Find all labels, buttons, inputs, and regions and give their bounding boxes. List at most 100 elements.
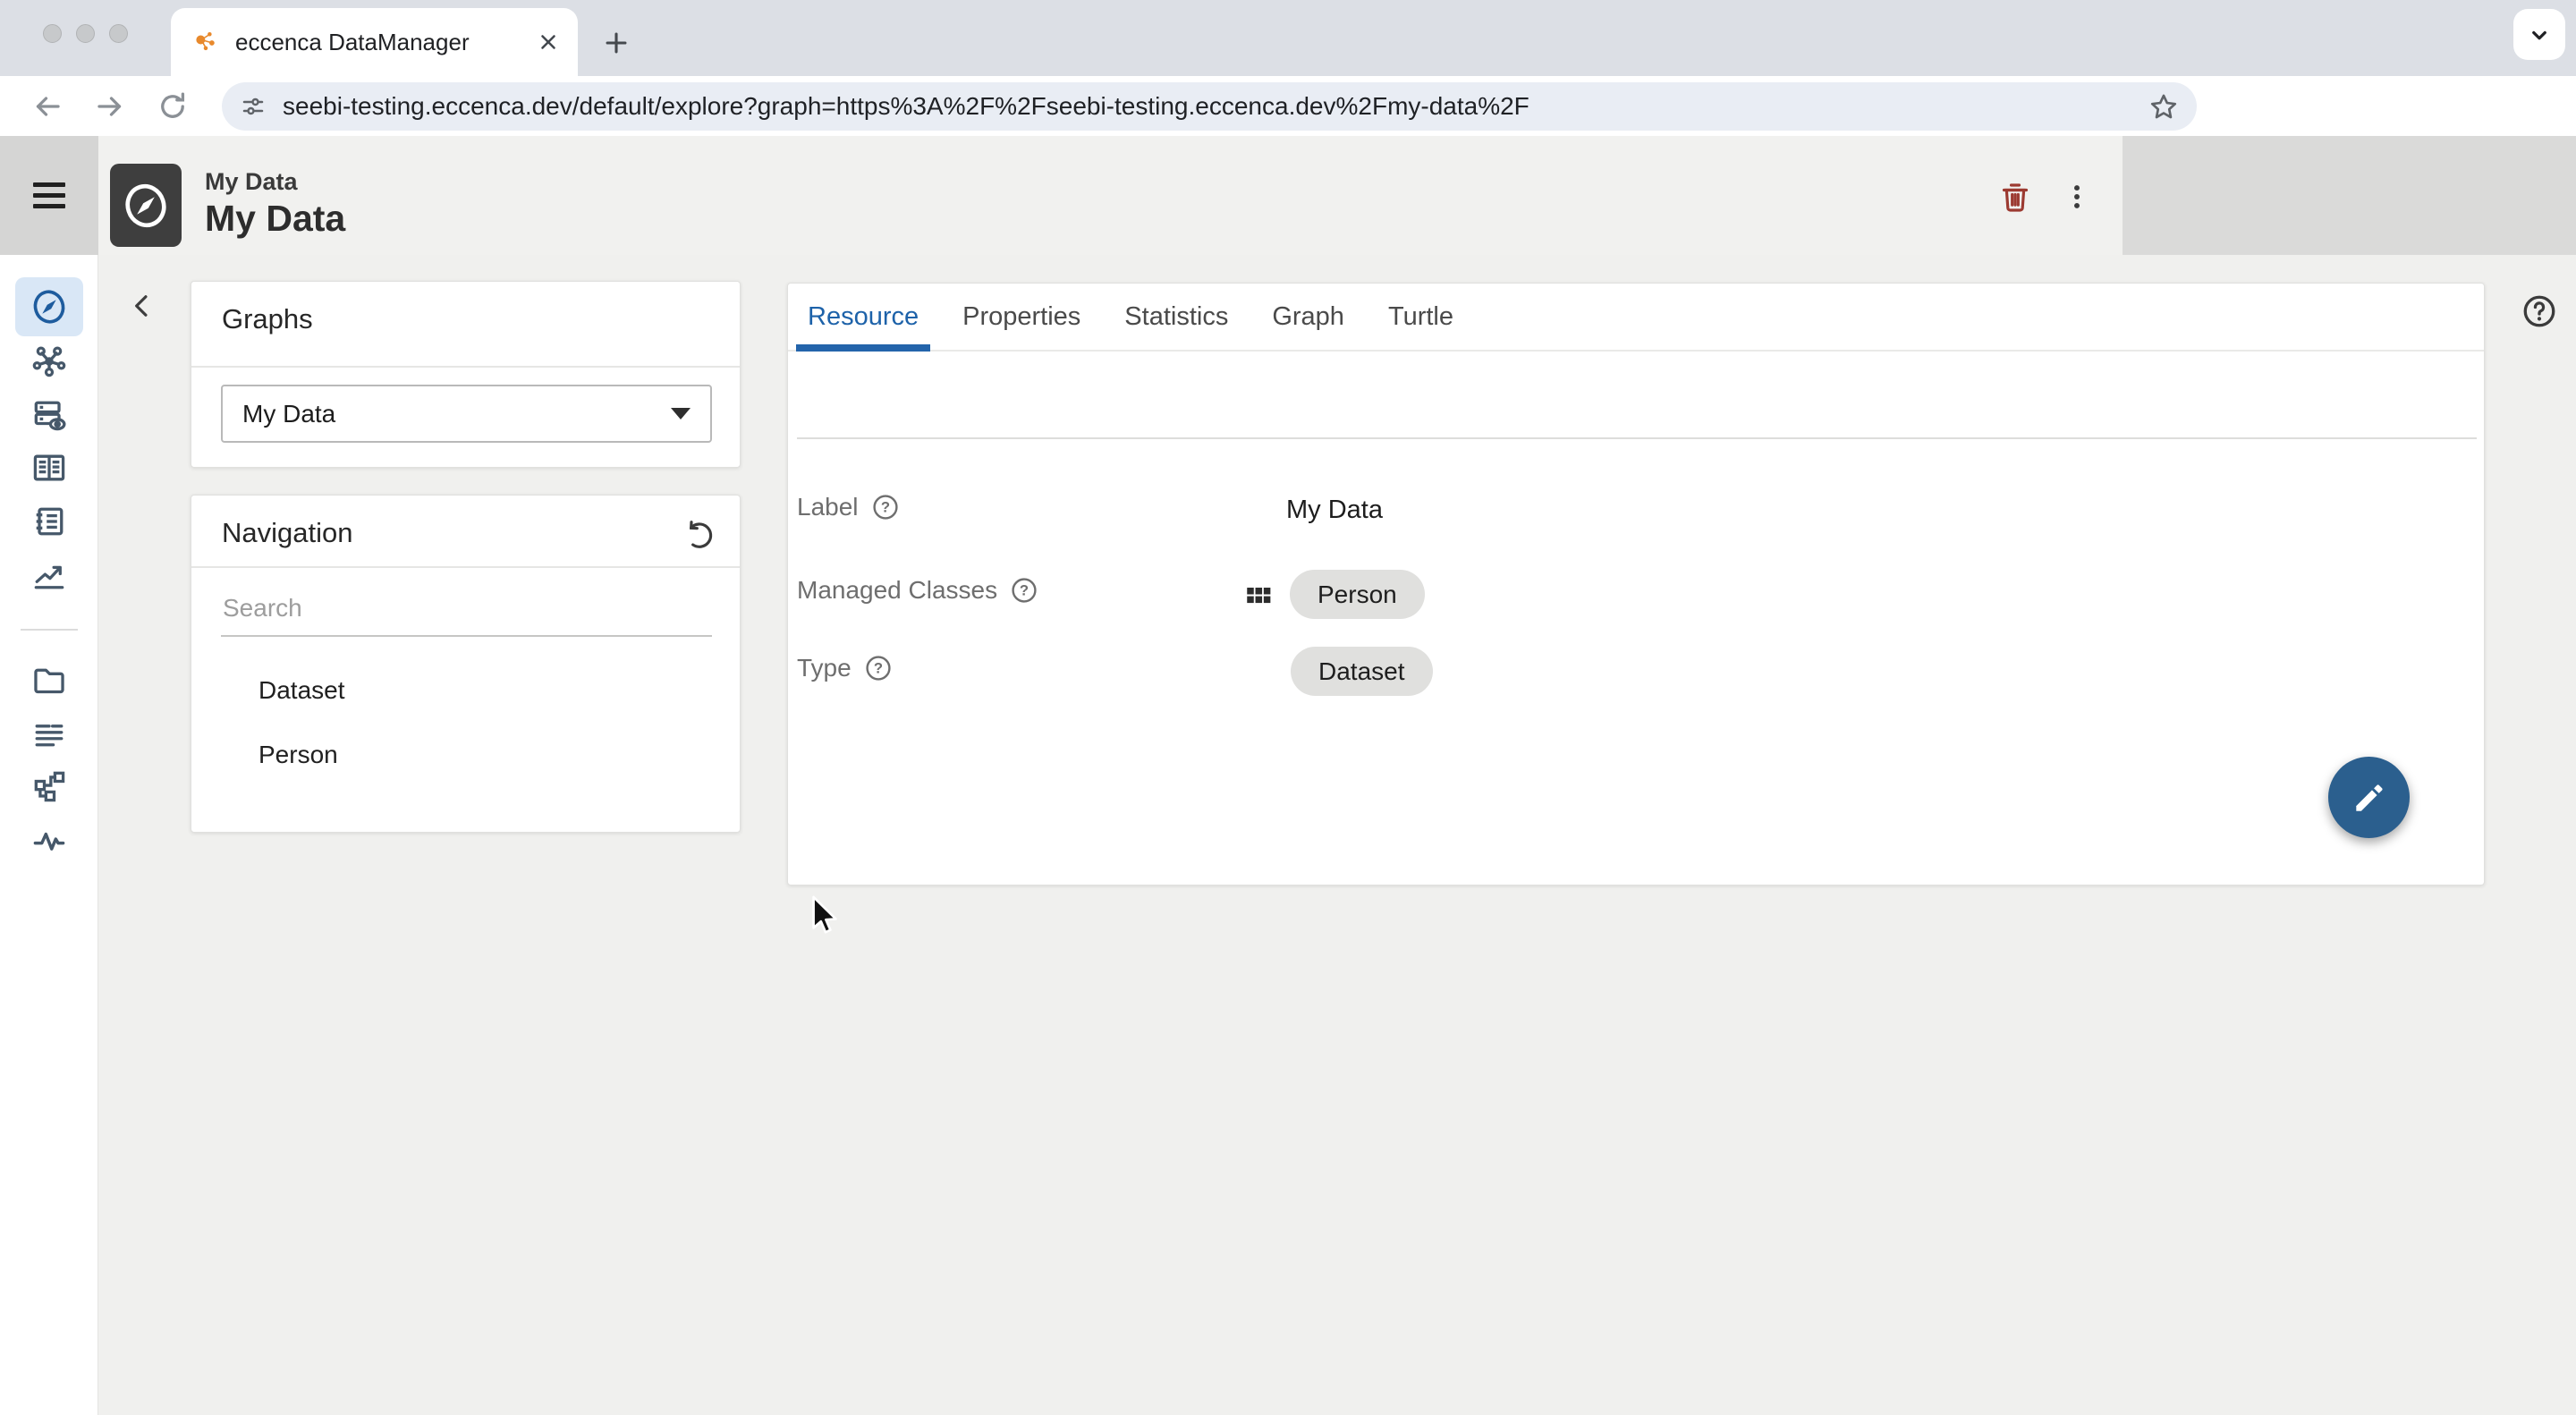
navigation-panel: Navigation Dataset Person [191, 495, 741, 833]
sidebar-item-explore[interactable] [15, 277, 83, 336]
edit-resource-fab[interactable] [2328, 757, 2410, 838]
resource-detail-card: Resource Properties Statistics Graph Tur… [787, 283, 2485, 885]
field-label-label: Label ? [797, 493, 900, 521]
notebook-icon [30, 502, 69, 541]
activity-pulse-icon [30, 820, 69, 860]
graph-select[interactable]: My Data [221, 385, 712, 443]
hamburger-icon [33, 182, 65, 187]
tab-graph[interactable]: Graph [1272, 284, 1344, 350]
forward-arrow-icon [94, 90, 126, 123]
svg-text:?: ? [880, 498, 889, 515]
chip-label: Person [1318, 580, 1397, 609]
explore-logo-tile[interactable] [110, 164, 182, 247]
screen: eccenca DataManager [0, 0, 2576, 1415]
graphs-panel: Graphs My Data [191, 281, 741, 468]
reload-button[interactable] [152, 86, 193, 127]
grid-view-toggle[interactable] [1242, 580, 1275, 616]
eccenca-favicon-icon [192, 29, 219, 55]
open-book-icon [30, 448, 69, 487]
help-circle-icon[interactable]: ? [871, 493, 900, 521]
content-area: Graphs My Data Navigation Dataset P [98, 255, 2576, 1415]
folder-icon [30, 661, 69, 700]
header-right-section [2123, 136, 2576, 255]
grid-icon [1242, 580, 1275, 612]
field-label-text: Managed Classes [797, 576, 997, 605]
trash-icon [1997, 179, 2033, 215]
sidebar-item-graphs-network[interactable] [15, 332, 83, 391]
chip-label: Dataset [1318, 657, 1405, 686]
network-nodes-icon [30, 342, 69, 381]
field-managed-classes-label: Managed Classes ? [797, 576, 1038, 605]
navigation-panel-title: Navigation [222, 517, 352, 549]
page-help-button[interactable] [2519, 291, 2560, 332]
app-header: My Data My Data [0, 136, 2576, 255]
navigation-search-input[interactable] [221, 581, 712, 637]
nav-item-label: Person [258, 741, 338, 769]
delete-graph-button[interactable] [1995, 176, 2036, 217]
tab-statistics[interactable]: Statistics [1124, 284, 1228, 350]
help-circle-icon[interactable]: ? [864, 654, 893, 682]
reload-icon [157, 90, 189, 123]
page-title: My Data [205, 198, 345, 240]
forward-button[interactable] [89, 86, 131, 127]
tab-search-button[interactable] [2513, 9, 2565, 60]
sidebar-item-thesauri[interactable] [15, 492, 83, 551]
sidebar-item-workflows[interactable] [15, 757, 83, 816]
help-circle-icon[interactable]: ? [1010, 576, 1038, 605]
help-circle-icon [2521, 292, 2558, 330]
breadcrumb[interactable]: My Data [205, 168, 298, 196]
tab-properties[interactable]: Properties [962, 284, 1080, 350]
flow-tree-icon [30, 767, 69, 806]
sidebar-item-queries[interactable] [15, 386, 83, 445]
managed-class-chip[interactable]: Person [1290, 570, 1425, 619]
section-divider [797, 437, 2477, 439]
svg-text:?: ? [1020, 581, 1029, 598]
collapse-panel-button[interactable] [122, 285, 163, 326]
mouse-cursor [808, 895, 843, 941]
graph-select-value: My Data [242, 400, 671, 428]
browser-tab[interactable]: eccenca DataManager [171, 8, 578, 76]
sidebar-item-vocabularies[interactable] [15, 438, 83, 497]
sidebar-item-datasets-list[interactable] [15, 705, 83, 764]
tab-turtle[interactable]: Turtle [1388, 284, 1453, 350]
browser-tab-title: eccenca DataManager [235, 29, 537, 56]
sidebar-item-activities[interactable] [15, 810, 83, 869]
dropdown-caret-icon [671, 408, 691, 419]
main-menu-hamburger-button[interactable] [0, 136, 98, 255]
back-button[interactable] [27, 86, 68, 127]
type-chip[interactable]: Dataset [1291, 647, 1433, 696]
graph-more-options-button[interactable] [2057, 176, 2097, 217]
nav-tree-item-person[interactable]: Person [191, 730, 740, 780]
panel-divider [191, 566, 740, 568]
line-chart-icon [30, 555, 69, 595]
kebab-menu-icon [2062, 182, 2092, 212]
field-label-text: Type [797, 654, 852, 682]
pencil-icon [2351, 779, 2388, 817]
sidebar-item-projects-folder[interactable] [15, 651, 83, 710]
navigation-refresh-button[interactable] [679, 515, 718, 555]
tab-close-icon[interactable] [537, 30, 560, 54]
field-type-label: Type ? [797, 654, 893, 682]
sidebar-divider [21, 629, 78, 631]
sidebar-item-statistics[interactable] [15, 546, 83, 605]
svg-text:?: ? [874, 659, 883, 676]
tab-resource[interactable]: Resource [808, 284, 919, 350]
url-text[interactable]: seebi-testing.eccenca.dev/default/explor… [283, 92, 2148, 121]
nav-tree-item-dataset[interactable]: Dataset [191, 665, 740, 716]
chevron-left-icon [125, 289, 159, 323]
window-minimize-button[interactable] [76, 24, 95, 43]
module-sidebar [0, 255, 98, 1415]
resource-tabs: Resource Properties Statistics Graph Tur… [788, 284, 2484, 352]
compass-icon [30, 287, 69, 326]
site-settings-icon[interactable] [240, 93, 267, 120]
graphs-panel-title: Graphs [222, 303, 313, 335]
browser-toolbar: seebi-testing.eccenca.dev/default/explor… [0, 76, 2576, 136]
url-bar[interactable]: seebi-testing.eccenca.dev/default/explor… [222, 82, 2197, 131]
window-close-button[interactable] [43, 24, 62, 43]
window-zoom-button[interactable] [109, 24, 128, 43]
nav-item-label: Dataset [258, 676, 345, 705]
list-lines-icon [30, 715, 69, 754]
bookmark-star-icon[interactable] [2148, 91, 2179, 122]
field-label-text: Label [797, 493, 859, 521]
new-tab-button[interactable] [596, 22, 637, 64]
